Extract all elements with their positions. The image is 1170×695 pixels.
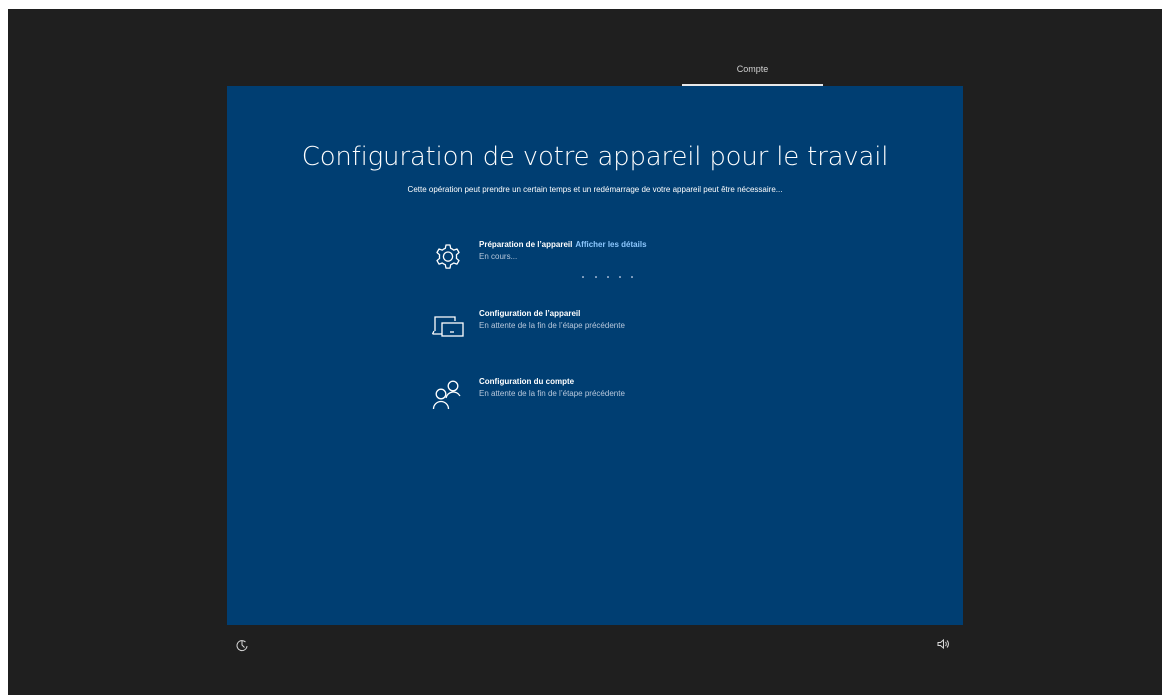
step-status: En attente de la fin de l’étape précéden…: [479, 321, 625, 330]
page-title: Configuration de votre appareil pour le …: [301, 142, 889, 172]
step-account-setup: Configuration du compte En attente de la…: [431, 377, 751, 417]
oobe-screen: Compte Configuration de votre appareil p…: [8, 9, 1162, 695]
setup-panel: Configuration de votre appareil pour le …: [227, 86, 963, 625]
volume-icon[interactable]: [936, 637, 950, 651]
step-title: Configuration de l’appareil: [479, 309, 581, 318]
step-status: En attente de la fin de l’étape précéden…: [479, 389, 625, 398]
progress-dots: [578, 276, 638, 278]
step-title: Préparation de l’appareil: [479, 240, 573, 249]
step-device-preparation: Préparation de l’appareil Afficher les dé…: [431, 240, 751, 280]
step-device-setup: Configuration de l’appareil En attente d…: [431, 309, 751, 349]
account-icon: [431, 377, 465, 411]
page-subtitle: Cette opération peut prendre un certain …: [407, 185, 783, 194]
tab-compte[interactable]: Compte: [682, 9, 823, 87]
device-setup-icon: [431, 309, 465, 343]
step-status: En cours...: [479, 252, 518, 261]
gear-icon: [431, 240, 465, 274]
show-details-link[interactable]: Afficher les détails: [575, 240, 646, 249]
tab-label: Compte: [736, 64, 769, 74]
ease-of-access-icon[interactable]: [235, 638, 249, 652]
step-title: Configuration du compte: [479, 377, 575, 386]
